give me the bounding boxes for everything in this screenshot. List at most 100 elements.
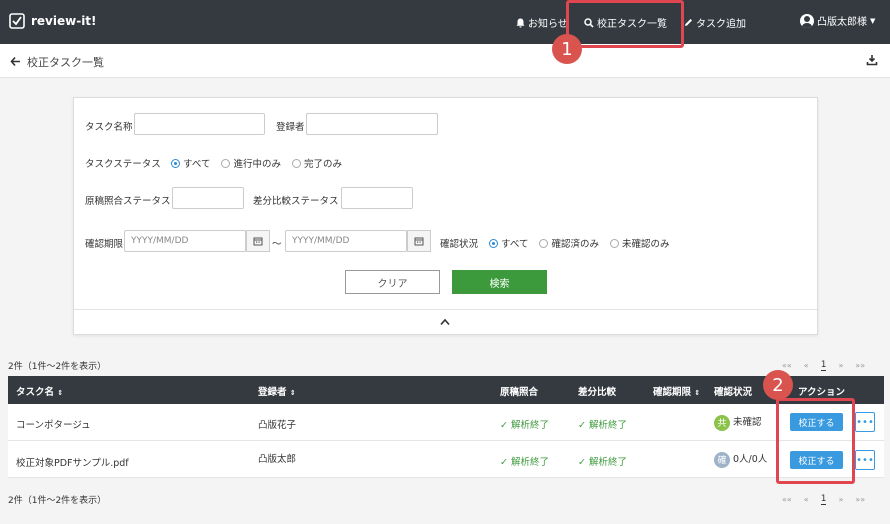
col-diff: 差分比較 xyxy=(578,387,617,398)
nav-add-task[interactable]: タスク追加 xyxy=(684,15,746,30)
deadline-to-input[interactable]: YYYY/MM/DD xyxy=(285,230,407,252)
radio-unchecked-icon xyxy=(609,238,619,248)
col-manuscript: 原稿照合 xyxy=(500,387,539,398)
pager-next[interactable]: » xyxy=(838,495,843,504)
radio-unchecked-icon xyxy=(291,158,301,168)
confirm-cell: 共未確認 xyxy=(714,414,762,431)
confirm-option-label: すべて xyxy=(501,239,529,250)
search-panel: タスク名称 登録者 タスクステータス すべて 進行中のみ 完了のみ 原稿照合ステ… xyxy=(73,97,818,335)
nav-notice-label: お知らせ xyxy=(528,19,568,30)
col-deadline[interactable]: 確認期限 ⇕ xyxy=(653,384,700,398)
pager-prev[interactable]: « xyxy=(804,361,809,370)
diff-status-select[interactable] xyxy=(341,187,413,209)
check-icon: ✓ xyxy=(500,457,508,468)
status-radio-in-progress[interactable]: 進行中のみ xyxy=(221,156,281,170)
pagination-top: «« « 1 » »» xyxy=(782,360,865,371)
range-separator: ～ xyxy=(272,239,282,250)
col-label: タスク名 xyxy=(16,387,55,398)
task-name-label: タスク名称 xyxy=(85,122,133,133)
pager-first[interactable]: «« xyxy=(782,361,792,370)
status-option-label: すべて xyxy=(183,159,211,170)
bell-icon xyxy=(516,18,525,28)
pencil-icon xyxy=(685,19,692,26)
col-label: 登録者 xyxy=(258,387,287,398)
radio-unchecked-icon xyxy=(221,158,231,168)
pager-last[interactable]: »» xyxy=(855,361,865,370)
nav-notice[interactable]: お知らせ xyxy=(516,15,568,30)
result-count-bottom: 2件（1件～2件を表示） xyxy=(8,496,107,506)
more-options-icon[interactable]: ••• xyxy=(855,412,875,432)
confirm-cell: 確 0人/0人 xyxy=(714,451,767,468)
status-radio-complete[interactable]: 完了のみ xyxy=(291,156,342,170)
task-name-input[interactable] xyxy=(134,113,265,135)
user-name: 凸版太郎様 xyxy=(817,17,867,28)
chevron-up-icon[interactable] xyxy=(440,318,450,326)
manuscript-cell: ✓ 解析終了 xyxy=(500,417,549,431)
manuscript-status: 解析終了 xyxy=(511,420,550,431)
col-task-name[interactable]: タスク名 ⇕ xyxy=(16,384,63,398)
calendar-icon[interactable] xyxy=(407,230,431,252)
sort-icon: ⇕ xyxy=(57,389,64,397)
diff-status-label: 差分比較ステータス xyxy=(253,196,339,207)
registrant-cell: 凸版太郎 xyxy=(258,454,297,465)
check-icon: ✓ xyxy=(578,457,586,468)
confirm-radio-all[interactable]: すべて xyxy=(489,236,528,250)
manuscript-cell: ✓ 解析終了 xyxy=(500,454,549,468)
task-name-cell[interactable]: 校正対象PDFサンプル.pdf xyxy=(16,455,129,469)
registrant-label: 登録者 xyxy=(276,122,305,133)
confirm-radio-confirmed[interactable]: 確認済のみ xyxy=(539,236,599,250)
brand-logo[interactable]: review-it! xyxy=(8,12,97,30)
status-radio-all[interactable]: すべて xyxy=(171,156,210,170)
search-button[interactable]: 検索 xyxy=(452,270,547,294)
check-icon: ✓ xyxy=(500,420,508,431)
page-header: 校正タスク一覧 xyxy=(0,44,890,78)
pager-next[interactable]: » xyxy=(838,361,843,370)
clear-button[interactable]: クリア xyxy=(345,270,440,294)
confirm-badge-icon: 確 xyxy=(714,451,730,468)
diff-status: 解析終了 xyxy=(589,420,628,431)
page-title: 校正タスク一覧 xyxy=(27,56,104,69)
panel-divider xyxy=(74,309,817,310)
step-marker-1: 1 xyxy=(552,34,582,64)
table-header: タスク名 ⇕ 登録者 ⇕ 原稿照合 差分比較 確認期限 ⇕ 確認状況 アクション xyxy=(8,376,884,404)
registrant-input[interactable] xyxy=(306,113,438,135)
deadline-from-input[interactable]: YYYY/MM/DD xyxy=(124,230,246,252)
registrant-cell: 凸版花子 xyxy=(258,420,297,431)
pager-last[interactable]: »» xyxy=(855,495,865,504)
task-status-radio-group: すべて 進行中のみ 完了のみ xyxy=(171,156,348,170)
highlight-box-proofread xyxy=(776,398,855,484)
confirm-status: 未確認 xyxy=(733,417,762,428)
diff-status: 解析終了 xyxy=(589,457,628,468)
download-icon[interactable] xyxy=(866,54,878,66)
col-action: アクション xyxy=(798,387,846,398)
pager-first[interactable]: «« xyxy=(782,495,792,504)
calendar-icon[interactable] xyxy=(246,230,270,252)
pager-current[interactable]: 1 xyxy=(820,360,827,371)
radio-checked-icon xyxy=(489,238,498,248)
brand-name: review-it! xyxy=(31,14,97,28)
confirm-status-label: 確認状況 xyxy=(440,239,479,250)
user-menu[interactable]: 凸版太郎様 ▼ xyxy=(800,13,875,28)
arrow-left-icon[interactable] xyxy=(10,56,21,67)
confirm-status-radio-group: すべて 確認済のみ 未確認のみ xyxy=(489,236,676,250)
confirm-option-label: 確認済のみ xyxy=(551,239,599,250)
col-registrant[interactable]: 登録者 ⇕ xyxy=(258,384,296,398)
top-navbar: review-it! お知らせ 校正タスク一覧 タスク追加 凸版太郎様 ▼ xyxy=(0,0,890,44)
confirm-status: 0人/0人 xyxy=(733,454,768,465)
task-name-cell[interactable]: コーンポタージュ xyxy=(16,417,91,431)
pager-prev[interactable]: « xyxy=(804,495,809,504)
pager-current[interactable]: 1 xyxy=(820,494,827,505)
more-options-icon[interactable]: ••• xyxy=(855,450,875,470)
deadline-label: 確認期限 xyxy=(85,239,124,250)
radio-checked-icon xyxy=(171,158,180,168)
manuscript-status-select[interactable] xyxy=(172,187,244,209)
col-label: 確認期限 xyxy=(653,387,692,398)
step-marker-2: 2 xyxy=(763,370,793,400)
highlight-box-task-list xyxy=(566,0,684,48)
manuscript-status: 解析終了 xyxy=(511,457,550,468)
status-option-label: 進行中のみ xyxy=(233,159,281,170)
pagination-bottom: «« « 1 » »» xyxy=(782,494,865,505)
sort-icon: ⇕ xyxy=(289,389,296,397)
radio-unchecked-icon xyxy=(539,238,549,248)
confirm-radio-unconfirmed[interactable]: 未確認のみ xyxy=(609,236,670,250)
